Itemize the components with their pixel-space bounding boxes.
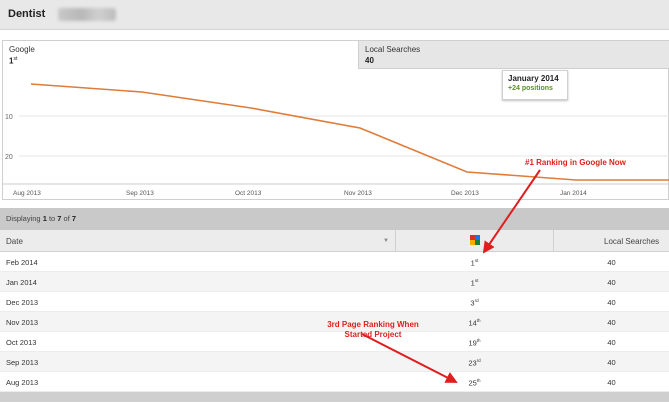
annotation-bottom: 3rd Page Ranking When Started Project (327, 320, 419, 339)
cell-local-searches: 40 (607, 338, 616, 347)
ranking-table: Displaying 1 to 7 of 7 Date ▼ Local Sear… (0, 208, 669, 404)
cell-date: Nov 2013 (6, 318, 39, 327)
cell-google-rank: 25th (468, 378, 481, 388)
table-footer (0, 392, 669, 402)
cell-date: Aug 2013 (6, 378, 39, 387)
x-tick-label: Oct 2013 (235, 190, 262, 197)
sort-down-icon[interactable]: ▼ (383, 238, 389, 244)
cell-date: Sep 2013 (6, 358, 39, 367)
x-tick-label: Sep 2013 (126, 190, 154, 197)
column-header-date[interactable]: Date (6, 237, 23, 246)
google-icon (470, 235, 480, 245)
cell-local-searches: 40 (607, 298, 616, 307)
column-header-local-searches[interactable]: Local Searches (604, 237, 659, 246)
cell-google-rank: 1st (470, 278, 479, 288)
y-tick-label: 20 (5, 154, 13, 161)
ranking-chart-panel: Google 1st Local Searches 40 20 10 Aug 201… (2, 40, 669, 200)
table-row: Dec 2013 3rd 40 (0, 292, 669, 312)
table-row: Jan 2014 1st 40 (0, 272, 669, 292)
cell-local-searches: 40 (607, 318, 616, 327)
cell-google-rank: 23rd (468, 358, 481, 368)
cell-local-searches: 40 (607, 358, 616, 367)
cell-local-searches: 40 (607, 258, 616, 267)
tooltip-change: +24 positions (508, 85, 553, 92)
page-title: Dentist (8, 8, 46, 20)
x-tick-label: Dec 2013 (451, 190, 479, 197)
cell-local-searches: 40 (607, 378, 616, 387)
chart-tooltip: January 2014 +24 positions (502, 70, 568, 100)
table-header: Date ▼ Local Searches (0, 230, 669, 252)
cell-google-rank: 1st (470, 258, 479, 268)
ranking-line-chart: 20 10 Aug 2013 Sep 2013 Oct 2013 Nov 2013 Dec … (3, 83, 669, 197)
table-row: Sep 2013 23rd 40 (0, 352, 669, 372)
y-tick-label: 10 (5, 114, 13, 121)
cell-date: Feb 2014 (6, 258, 38, 267)
cell-google-rank: 3rd (470, 298, 479, 308)
cell-date: Dec 2013 (6, 298, 39, 307)
redacted-name (58, 8, 116, 21)
table-row: Feb 2014 1st 40 (0, 252, 669, 272)
page-header: Dentist (0, 0, 669, 30)
displaying-count: Displaying 1 to 7 of 7 (0, 208, 669, 230)
cell-date: Oct 2013 (6, 338, 37, 347)
cell-date: Jan 2014 (6, 278, 37, 287)
x-tick-label: Aug 2013 (13, 190, 41, 197)
cell-local-searches: 40 (607, 278, 616, 287)
annotation-top: #1 Ranking in Google Now (525, 158, 626, 167)
tooltip-title: January 2014 (508, 74, 559, 83)
x-tick-label: Jan 2014 (560, 190, 587, 197)
x-tick-label: Nov 2013 (344, 190, 372, 197)
table-row: Aug 2013 25th 40 (0, 372, 669, 392)
